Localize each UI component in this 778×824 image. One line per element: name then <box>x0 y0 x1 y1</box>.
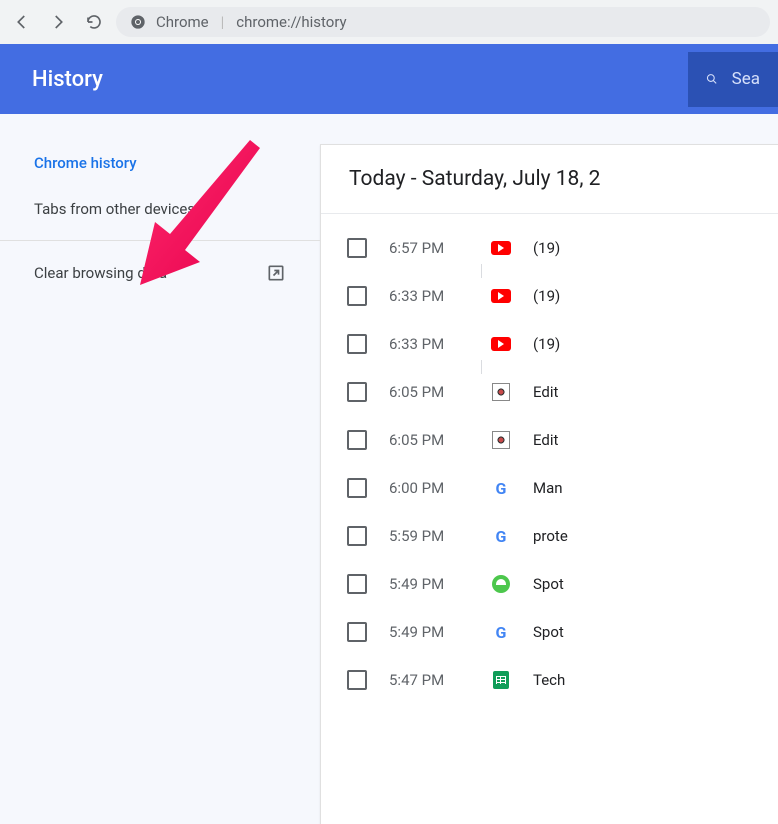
google-icon: G <box>496 527 507 546</box>
row-time: 6:05 PM <box>389 383 469 401</box>
row-title: Edit <box>533 431 558 449</box>
row-favicon: G <box>491 622 511 642</box>
row-checkbox[interactable] <box>347 238 367 258</box>
address-bar[interactable]: Chrome | chrome://history <box>116 7 770 37</box>
sidebar-item-label: Clear browsing data <box>34 264 167 282</box>
divider <box>0 240 320 241</box>
history-date-header: Today - Saturday, July 18, 2 <box>321 145 778 214</box>
row-time: 6:00 PM <box>389 479 469 497</box>
row-title: (19) <box>533 335 560 353</box>
row-title: Spot <box>533 623 564 641</box>
row-favicon <box>491 286 511 306</box>
history-row[interactable]: 6:05 PM Edit <box>321 416 778 464</box>
site-icon <box>492 383 510 401</box>
row-checkbox[interactable] <box>347 382 367 402</box>
row-checkbox[interactable] <box>347 622 367 642</box>
row-favicon <box>491 430 511 450</box>
row-favicon <box>491 574 511 594</box>
address-separator: | <box>221 13 225 31</box>
sidebar-item-label: Chrome history <box>34 154 137 172</box>
site-icon <box>492 431 510 449</box>
back-button[interactable] <box>8 8 36 36</box>
row-title: (19) <box>533 239 560 257</box>
row-title: Edit <box>533 383 558 401</box>
row-favicon: G <box>491 478 511 498</box>
google-icon: G <box>496 623 507 642</box>
open-external-icon <box>266 263 286 283</box>
history-row[interactable]: 6:00 PM G Man <box>321 464 778 512</box>
row-title: prote <box>533 527 568 545</box>
row-checkbox[interactable] <box>347 430 367 450</box>
youtube-icon <box>491 241 511 255</box>
chrome-favicon-icon <box>130 14 146 30</box>
row-time: 6:33 PM <box>389 287 469 305</box>
sidebar-item-tabs-other-devices[interactable]: Tabs from other devices <box>0 186 320 232</box>
main-content: Chrome history Tabs from other devices C… <box>0 114 778 824</box>
row-time: 5:49 PM <box>389 623 469 641</box>
search-input[interactable]: Sea <box>688 52 778 107</box>
row-favicon <box>491 382 511 402</box>
address-app-label: Chrome <box>156 13 209 31</box>
history-list: 6:57 PM (19) 6:33 PM (19) 6:33 PM (19) 6:05 PM… <box>321 214 778 714</box>
sidebar-item-clear-browsing-data[interactable]: Clear browsing data <box>0 249 320 297</box>
row-favicon: G <box>491 526 511 546</box>
sidebar: Chrome history Tabs from other devices C… <box>0 114 320 824</box>
page-header: History Sea <box>0 44 778 114</box>
forward-button[interactable] <box>44 8 72 36</box>
search-icon <box>706 68 718 90</box>
search-placeholder: Sea <box>732 69 760 89</box>
address-url: chrome://history <box>236 13 346 31</box>
row-time: 6:33 PM <box>389 335 469 353</box>
row-favicon <box>491 670 511 690</box>
row-time: 6:05 PM <box>389 431 469 449</box>
row-favicon <box>491 334 511 354</box>
row-checkbox[interactable] <box>347 478 367 498</box>
reload-button[interactable] <box>80 8 108 36</box>
row-checkbox[interactable] <box>347 526 367 546</box>
row-favicon <box>491 238 511 258</box>
google-icon: G <box>496 479 507 498</box>
history-row[interactable]: 6:33 PM (19) <box>321 320 778 368</box>
row-title: Spot <box>533 575 564 593</box>
history-row[interactable]: 6:33 PM (19) <box>321 272 778 320</box>
row-checkbox[interactable] <box>347 286 367 306</box>
youtube-icon <box>491 337 511 351</box>
sheets-icon <box>493 671 509 689</box>
row-title: Tech <box>533 671 565 689</box>
row-checkbox[interactable] <box>347 334 367 354</box>
history-panel: Today - Saturday, July 18, 2 6:57 PM (19)… <box>320 144 778 824</box>
history-row[interactable]: 5:47 PM Tech <box>321 656 778 704</box>
history-row[interactable]: 5:49 PM G Spot <box>321 608 778 656</box>
history-row[interactable]: 6:57 PM (19) <box>321 224 778 272</box>
row-title: Man <box>533 479 563 497</box>
row-time: 6:57 PM <box>389 239 469 257</box>
page-title: History <box>32 67 103 92</box>
row-checkbox[interactable] <box>347 670 367 690</box>
row-time: 5:47 PM <box>389 671 469 689</box>
youtube-icon <box>491 289 511 303</box>
history-row[interactable]: 5:59 PM Gprote <box>321 512 778 560</box>
row-time: 5:59 PM <box>389 527 469 545</box>
sidebar-item-label: Tabs from other devices <box>34 200 195 218</box>
row-time: 5:49 PM <box>389 575 469 593</box>
history-row[interactable]: 6:05 PM Edit <box>321 368 778 416</box>
sidebar-item-chrome-history[interactable]: Chrome history <box>0 140 320 186</box>
history-row[interactable]: 5:49 PM Spot <box>321 560 778 608</box>
site-icon <box>492 575 510 593</box>
browser-toolbar: Chrome | chrome://history <box>0 0 778 44</box>
row-checkbox[interactable] <box>347 574 367 594</box>
row-title: (19) <box>533 287 560 305</box>
